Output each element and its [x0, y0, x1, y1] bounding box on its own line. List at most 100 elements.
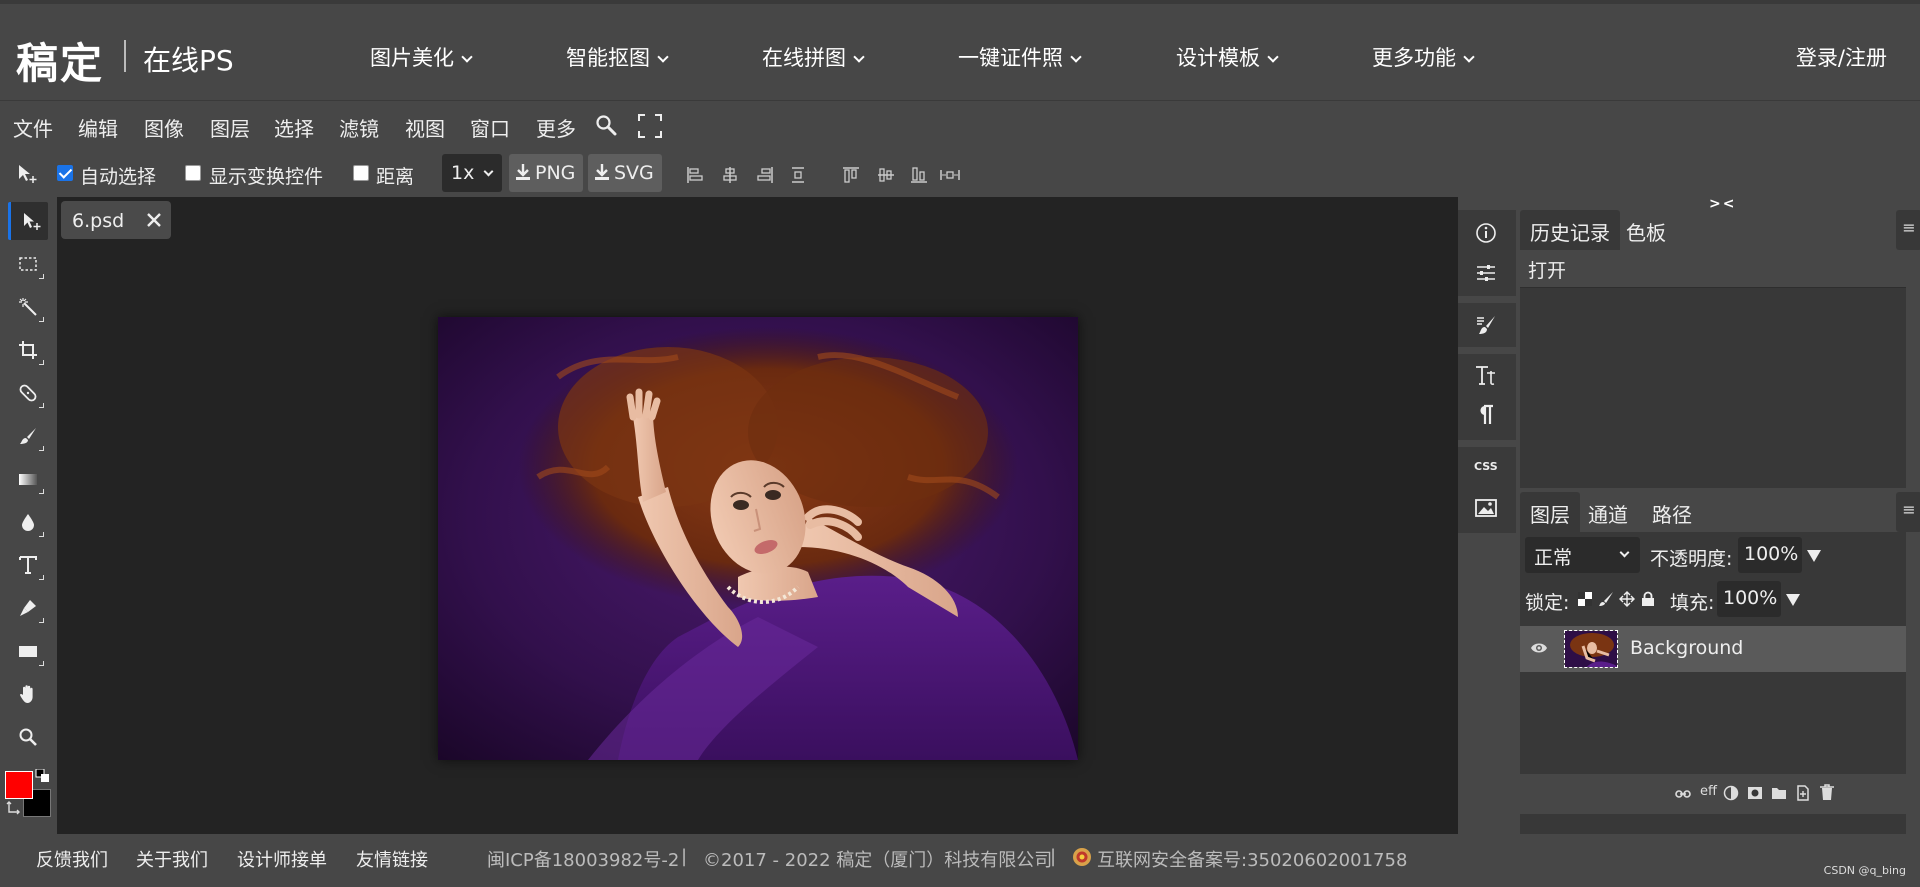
menu-filter[interactable]: 滤镜 [339, 113, 379, 142]
nav-item-more-features[interactable]: 更多功能 [1372, 42, 1475, 72]
adjustment-layer-icon[interactable] [1723, 785, 1739, 801]
tab-layers[interactable]: 图层 [1520, 492, 1580, 532]
menu-window[interactable]: 窗口 [470, 113, 510, 142]
export-svg-button[interactable]: SVG [588, 154, 662, 192]
character-icon[interactable] [1475, 364, 1497, 386]
nav-item-photo-beautify[interactable]: 图片美化 [370, 42, 473, 72]
footer-link-designer[interactable]: 设计师接单 [237, 846, 327, 872]
login-register-link[interactable]: 登录/注册 [1796, 42, 1887, 72]
menu-file[interactable]: 文件 [13, 113, 53, 142]
foreground-color-swatch[interactable] [5, 771, 33, 799]
healing-tool[interactable] [8, 374, 48, 412]
app-window: 稿定 在线PS 图片美化 智能抠图 在线拼图 一键证件照 设计模板 更多功能 登… [0, 0, 1920, 887]
document-canvas-area[interactable]: 6.psd [57, 197, 1458, 834]
pen-tool[interactable] [8, 589, 48, 627]
gradient-tool[interactable] [8, 460, 48, 498]
export-png-button[interactable]: PNG [509, 154, 584, 192]
layer-row[interactable]: Background [1520, 626, 1906, 672]
auto-select-checkbox[interactable] [57, 165, 73, 181]
zoom-value: 1x [451, 162, 475, 184]
new-layer-icon[interactable] [1795, 785, 1811, 801]
tab-history[interactable]: 历史记录 [1520, 210, 1620, 250]
opacity-label: 不透明度: [1650, 548, 1733, 570]
menu-image[interactable]: 图像 [144, 113, 184, 142]
new-group-folder-icon[interactable] [1771, 785, 1787, 801]
brush-tool[interactable] [8, 417, 48, 455]
nav-item-id-photo[interactable]: 一键证件照 [958, 42, 1082, 72]
lock-all-icon[interactable] [1640, 591, 1656, 607]
menu-bar: 文件 编辑 图像 图层 选择 滤镜 视图 窗口 更多 [0, 101, 1920, 149]
brush-settings-icon[interactable] [1475, 314, 1497, 336]
history-item-open[interactable]: 打开 [1520, 250, 1906, 288]
canvas-image[interactable] [438, 317, 1078, 760]
move-tool[interactable] [8, 202, 48, 240]
swap-colors-icon[interactable] [33, 769, 51, 785]
tab-swatches[interactable]: 色板 [1616, 210, 1676, 250]
css-icon[interactable]: CSS [1474, 460, 1498, 473]
search-icon[interactable] [595, 114, 617, 140]
fullscreen-icon[interactable] [638, 114, 662, 138]
distance-checkbox[interactable] [353, 165, 369, 181]
fill-input[interactable]: 100% [1717, 581, 1781, 617]
magic-wand-tool[interactable] [8, 288, 48, 326]
opacity-input[interactable]: 100% [1738, 537, 1802, 573]
opacity-dropdown-icon[interactable] [1807, 550, 1821, 562]
text-tool[interactable] [8, 546, 48, 584]
info-icon[interactable] [1475, 222, 1497, 244]
zoom-tool[interactable] [8, 718, 48, 756]
icp-license[interactable]: 闽ICP备18003982号-2 [487, 846, 679, 872]
nav-item-collage[interactable]: 在线拼图 [762, 42, 865, 72]
lock-transparency-icon[interactable] [1577, 591, 1593, 607]
visibility-eye-icon[interactable] [1530, 641, 1548, 655]
align-right-icon[interactable] [756, 166, 774, 184]
crop-tool[interactable] [8, 331, 48, 369]
history-tabs: 历史记录 色板 ≡ [1520, 210, 1920, 250]
logo[interactable]: 稿定 [16, 30, 104, 91]
show-transform-label: 显示变换控件 [209, 166, 324, 188]
footer-link-about[interactable]: 关于我们 [136, 846, 208, 872]
layer-name[interactable]: Background [1630, 637, 1743, 659]
link-layers-icon[interactable] [1675, 788, 1691, 800]
align-center-h-icon[interactable] [721, 166, 739, 184]
close-icon[interactable] [145, 211, 163, 229]
blur-tool[interactable] [8, 503, 48, 541]
footer-link-friends[interactable]: 友情链接 [356, 846, 428, 872]
menu-more[interactable]: 更多 [536, 113, 576, 142]
show-transform-checkbox[interactable] [185, 165, 201, 181]
align-left-icon[interactable] [686, 166, 704, 184]
blend-mode-select[interactable]: 正常 [1525, 537, 1640, 573]
lock-position-icon[interactable] [1619, 591, 1635, 607]
menu-select[interactable]: 选择 [274, 113, 314, 142]
menu-view[interactable]: 视图 [405, 113, 445, 142]
image-icon[interactable] [1475, 498, 1497, 518]
paragraph-icon[interactable] [1475, 404, 1497, 426]
align-bottom-icon[interactable] [910, 166, 928, 184]
document-tab[interactable]: 6.psd [61, 201, 171, 239]
police-record[interactable]: 互联网安全备案号:35020602001758 [1097, 846, 1407, 872]
menu-layer[interactable]: 图层 [210, 113, 250, 142]
fill-dropdown-icon[interactable] [1786, 594, 1800, 606]
distribute-vertical-icon[interactable] [789, 166, 807, 184]
shape-tool[interactable] [8, 632, 48, 670]
trash-icon[interactable] [1819, 784, 1835, 801]
footer-link-feedback[interactable]: 反馈我们 [36, 846, 108, 872]
layer-mask-icon[interactable] [1747, 785, 1763, 801]
lock-pixels-brush-icon[interactable] [1598, 591, 1614, 607]
align-middle-v-icon[interactable] [877, 166, 895, 184]
tab-channels[interactable]: 通道 [1578, 492, 1638, 532]
align-top-icon[interactable] [842, 166, 860, 184]
nav-item-smart-cutout[interactable]: 智能抠图 [566, 42, 669, 72]
nav-item-templates[interactable]: 设计模板 [1176, 42, 1279, 72]
distribute-horizontal-icon[interactable] [940, 166, 960, 184]
reset-colors-icon[interactable] [6, 801, 20, 815]
panel-menu-icon[interactable]: ≡ [1896, 210, 1920, 250]
logo-subtitle[interactable]: 在线PS [143, 39, 234, 79]
zoom-select[interactable]: 1x [442, 154, 502, 192]
tab-paths[interactable]: 路径 [1642, 492, 1702, 532]
layer-effects-icon[interactable]: eff [1700, 784, 1717, 799]
panel-menu-icon[interactable]: ≡ [1896, 492, 1920, 532]
marquee-tool[interactable] [8, 245, 48, 283]
menu-edit[interactable]: 编辑 [78, 113, 118, 142]
hand-tool[interactable] [8, 675, 48, 713]
adjustments-icon[interactable] [1475, 262, 1497, 284]
